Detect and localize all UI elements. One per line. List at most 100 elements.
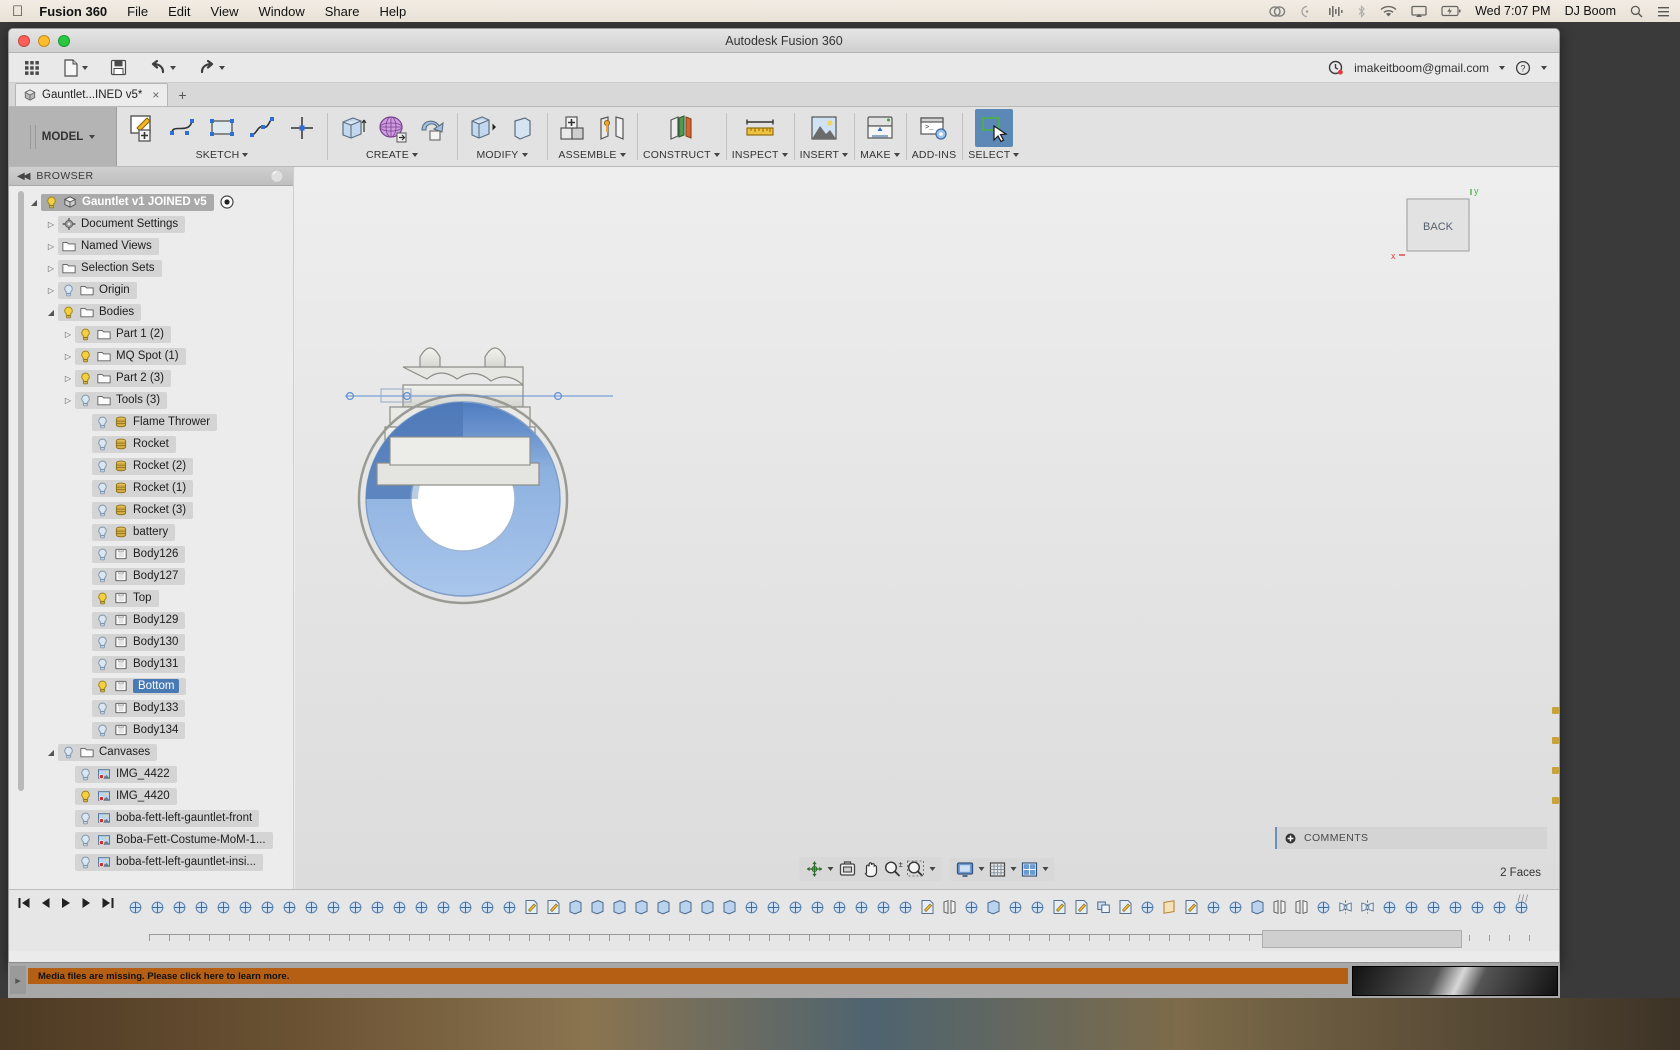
ribbon-panel-label-construct[interactable]: CONSTRUCT: [643, 149, 720, 161]
ribbon-panel-label-insert[interactable]: INSERT: [800, 149, 849, 161]
step-forward-icon[interactable]: [80, 896, 94, 910]
zoom-icon[interactable]: ±: [884, 860, 903, 878]
timeline-feature-extrude[interactable]: [697, 896, 717, 918]
ribbon-grip-handle[interactable]: [29, 124, 36, 149]
timeline-feature-move[interactable]: [345, 896, 365, 918]
timeline-feature-move[interactable]: [433, 896, 453, 918]
menu-window[interactable]: Window: [258, 4, 304, 19]
spotlight-search-icon[interactable]: [1630, 5, 1643, 18]
background-app-expand-arrow[interactable]: ▸: [10, 966, 26, 994]
visibility-bulb-icon[interactable]: [79, 856, 92, 869]
new-document-tab-button[interactable]: +: [168, 84, 196, 106]
revolve-icon[interactable]: [373, 109, 411, 147]
tree-item-pill[interactable]: boba-fett-left-gauntlet-front: [75, 809, 260, 827]
timeline-feature-sketch[interactable]: [1071, 896, 1091, 918]
menu-edit[interactable]: Edit: [168, 4, 190, 19]
tree-item-pill[interactable]: MQ Spot (1): [75, 347, 186, 365]
app-grid-button[interactable]: [17, 59, 47, 77]
visibility-bulb-icon[interactable]: [96, 460, 109, 473]
orbit-dropdown-caret[interactable]: [827, 867, 834, 871]
undo-button[interactable]: [143, 59, 182, 76]
timeline-feature-move[interactable]: [1005, 896, 1025, 918]
tree-expander-collapsed-icon[interactable]: ▷: [44, 242, 58, 251]
ribbon-panel-label-create[interactable]: CREATE: [366, 149, 418, 161]
workspace-switcher[interactable]: MODEL: [9, 107, 117, 166]
visibility-bulb-icon[interactable]: [96, 504, 109, 517]
insert-dropdown-caret[interactable]: [842, 153, 849, 157]
create-sketch-icon[interactable]: [123, 109, 161, 147]
tree-item-pill[interactable]: Boba-Fett-Costume-MoM-1...: [75, 831, 273, 849]
menu-help[interactable]: Help: [379, 4, 406, 19]
help-icon[interactable]: ?: [1515, 60, 1531, 76]
timeline-feature-move[interactable]: [1137, 896, 1157, 918]
account-dropdown-caret[interactable]: [1499, 65, 1505, 70]
redo-dropdown-caret[interactable]: [219, 65, 225, 70]
document-tab[interactable]: Gauntlet...INED v5* ×: [15, 83, 169, 106]
wifi-icon[interactable]: [1380, 5, 1397, 18]
visibility-bulb-icon[interactable]: [79, 790, 92, 803]
tree-item-bodies[interactable]: ◢ Bodies: [9, 301, 293, 323]
tree-item-pill[interactable]: Part 1 (2): [75, 325, 171, 343]
select-window-icon[interactable]: [974, 109, 1013, 147]
tree-item-origin[interactable]: ▷ Origin: [9, 279, 293, 301]
comments-panel[interactable]: COMMENTS: [1275, 827, 1547, 849]
rectangle-icon[interactable]: [203, 109, 241, 147]
tree-item-rocket-2[interactable]: Rocket (2): [9, 455, 293, 477]
tree-item-img-4422[interactable]: IMG_4422: [9, 763, 293, 785]
minus-circle-icon[interactable]: ⚪: [271, 170, 285, 183]
timeline-feature-move[interactable]: [169, 896, 189, 918]
timeline-feature-move[interactable]: [1203, 896, 1223, 918]
rail-marker[interactable]: [1552, 797, 1559, 804]
dropbox-icon[interactable]: [1300, 5, 1314, 18]
ribbon-panel-label-select[interactable]: SELECT: [968, 149, 1020, 161]
tree-item-pill[interactable]: Canvases: [58, 743, 158, 761]
visibility-bulb-icon[interactable]: [96, 702, 109, 715]
timeline-feature-move[interactable]: [279, 896, 299, 918]
tree-item-mq-spot-1[interactable]: ▷ MQ Spot (1): [9, 345, 293, 367]
timeline-feature-sketch[interactable]: [1049, 896, 1069, 918]
timeline-feature-move[interactable]: [1027, 896, 1047, 918]
fillet-icon[interactable]: [503, 109, 541, 147]
visibility-bulb-icon[interactable]: [62, 746, 75, 759]
create-dropdown-caret[interactable]: [412, 153, 418, 157]
extrude-icon[interactable]: [333, 109, 371, 147]
new-component-icon[interactable]: [553, 109, 591, 147]
timeline-feature-move[interactable]: [807, 896, 827, 918]
tree-expander-expanded-icon[interactable]: ◢: [27, 198, 41, 207]
ribbon-panel-label-sketch[interactable]: SKETCH: [196, 149, 249, 161]
visibility-bulb-icon[interactable]: [79, 394, 92, 407]
look-at-icon[interactable]: [838, 860, 858, 878]
spline-icon[interactable]: [243, 109, 281, 147]
visibility-bulb-icon[interactable]: [96, 658, 109, 671]
media-missing-notification[interactable]: Media files are missing. Please click he…: [28, 968, 1348, 984]
menu-bar-user[interactable]: DJ Boom: [1565, 4, 1616, 18]
zoom-window-dropdown-caret[interactable]: [929, 867, 936, 871]
tree-item-body129[interactable]: Body129: [9, 609, 293, 631]
tree-item-pill[interactable]: Tools (3): [75, 391, 168, 409]
play-icon[interactable]: [59, 896, 73, 910]
battery-charging-icon[interactable]: [1441, 5, 1461, 17]
timeline-feature-extrude[interactable]: [1247, 896, 1267, 918]
help-dropdown-caret[interactable]: [1541, 65, 1547, 70]
sweep-icon[interactable]: [413, 109, 451, 147]
timeline-feature-sketch[interactable]: [1181, 896, 1201, 918]
timeline-feature-move[interactable]: [455, 896, 475, 918]
model-geometry[interactable]: [345, 267, 905, 747]
tree-item-battery[interactable]: battery: [9, 521, 293, 543]
timeline-feature-move[interactable]: [411, 896, 431, 918]
active-app-name[interactable]: Fusion 360: [39, 4, 107, 19]
timeline-feature-move[interactable]: [389, 896, 409, 918]
plus-circle-icon[interactable]: [1285, 833, 1296, 844]
timeline-feature-move[interactable]: [477, 896, 497, 918]
timeline-feature-extrude[interactable]: [719, 896, 739, 918]
audio-meter-icon[interactable]: [1328, 5, 1343, 18]
modify-dropdown-caret[interactable]: [521, 153, 528, 157]
tree-item-boba-fett-left-gauntlet-front[interactable]: boba-fett-left-gauntlet-front: [9, 807, 293, 829]
tree-expander-collapsed-icon[interactable]: ▷: [44, 220, 58, 229]
tree-item-tools-3[interactable]: ▷ Tools (3): [9, 389, 293, 411]
visibility-bulb-icon[interactable]: [96, 438, 109, 451]
tree-item-body130[interactable]: Body130: [9, 631, 293, 653]
tree-item-part-1-2[interactable]: ▷ Part 1 (2): [9, 323, 293, 345]
timeline-feature-sketch[interactable]: [543, 896, 563, 918]
tree-item-pill[interactable]: Body129: [92, 611, 186, 629]
